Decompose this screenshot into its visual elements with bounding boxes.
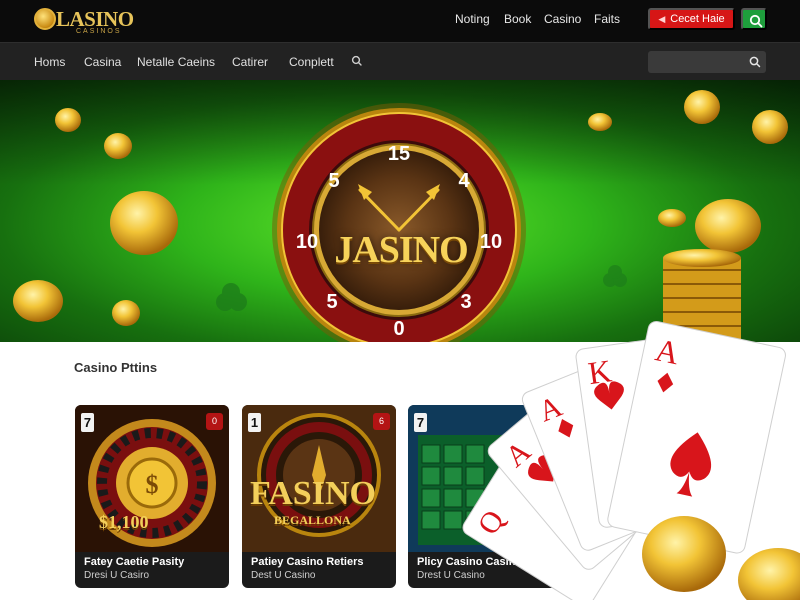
search-icon[interactable] — [350, 54, 364, 68]
top-nav-noting[interactable]: Noting — [455, 12, 490, 28]
logo-emblem-icon — [34, 8, 56, 30]
card-subtitle: Dresi U Casiro — [84, 570, 150, 581]
coin-icon — [55, 108, 81, 132]
coin-icon — [684, 90, 720, 124]
brand-subtitle: CASINOS — [76, 28, 122, 35]
coin-icon — [588, 113, 612, 131]
roulette-wheel: 15 4 10 3 0 5 10 5 — [272, 103, 526, 342]
arrow-icon: ◀ — [658, 13, 666, 24]
wheel-number: 4 — [458, 170, 470, 192]
wheel-number: 5 — [328, 170, 339, 192]
top-bar: LASINO CASINOS Noting Book Casino Faits … — [0, 0, 800, 42]
wheel-brand-text: JASINO — [334, 229, 468, 271]
coin-icon — [738, 548, 800, 600]
brand-name: LASINO — [56, 7, 134, 31]
hero-artwork: 15 4 10 3 0 5 10 5 — [13, 90, 788, 342]
top-nav-casino[interactable]: Casino — [544, 12, 581, 28]
wheel-number: 5 — [326, 291, 337, 313]
coin-icon — [695, 199, 761, 253]
coin-icon — [752, 110, 788, 144]
sub-nav-netalle-caeins[interactable]: Netalle Caeins — [137, 55, 215, 69]
secondary-nav: Homs Casina Netalle Caeins Catirer Conpl… — [0, 42, 800, 80]
card-badge: 6 — [373, 413, 390, 430]
clover-icon — [216, 283, 247, 311]
wheel-number: 15 — [388, 143, 410, 165]
brand-logo[interactable]: LASINO CASINOS — [34, 6, 144, 36]
coin-icon — [110, 191, 178, 255]
playing-cards-artwork: Q A A K A — [462, 320, 800, 600]
game-card[interactable]: $ 7 0 $1,100 Fatey Caetie Pasity Dresi U… — [75, 405, 229, 588]
coin-icon — [642, 516, 726, 592]
card-number: 1 — [248, 413, 261, 432]
cta-label: Cecet Haie — [670, 13, 725, 25]
coin-icon — [13, 280, 63, 322]
wheel-number: 0 — [393, 318, 404, 340]
search-icon — [749, 14, 763, 28]
game-card[interactable]: 1 6 FASINO BEGALLONA Patiey Casino Retie… — [242, 405, 396, 588]
card-overlay-text: FASINO — [250, 475, 376, 512]
top-nav-faits[interactable]: Faits — [594, 12, 620, 28]
wheel-number: 10 — [296, 231, 318, 253]
cta-button[interactable]: ◀ Cecet Haie — [648, 8, 735, 30]
card-overlay-text: $1,100 — [99, 512, 149, 532]
card-number: 7 — [414, 413, 427, 432]
card-subtitle: Dest U Casino — [251, 570, 316, 581]
coin-icon — [658, 209, 686, 227]
card-number: 7 — [81, 413, 94, 432]
sub-nav-conplett[interactable]: Conplett — [289, 55, 334, 69]
card-title: Patiey Casino Retiers — [251, 556, 364, 568]
svg-text:$: $ — [146, 470, 159, 499]
card-overlay-subtext: BEGALLONA — [274, 513, 351, 527]
hero-banner: 15 4 10 3 0 5 10 5 JASINO — [0, 80, 800, 342]
card-badge: 0 — [206, 413, 223, 430]
coin-icon — [112, 300, 140, 326]
search-icon[interactable] — [748, 55, 762, 69]
section-title: Casino Pttins — [74, 360, 158, 375]
card-title: Fatey Caetie Pasity — [84, 556, 185, 568]
search-button[interactable] — [741, 8, 767, 30]
coin-icon — [104, 133, 132, 159]
sub-nav-homs[interactable]: Homs — [34, 55, 65, 69]
sub-nav-casina[interactable]: Casina — [84, 55, 121, 69]
clover-icon — [603, 265, 627, 287]
sub-nav-catirer[interactable]: Catirer — [232, 55, 268, 69]
top-nav-book[interactable]: Book — [504, 12, 531, 28]
